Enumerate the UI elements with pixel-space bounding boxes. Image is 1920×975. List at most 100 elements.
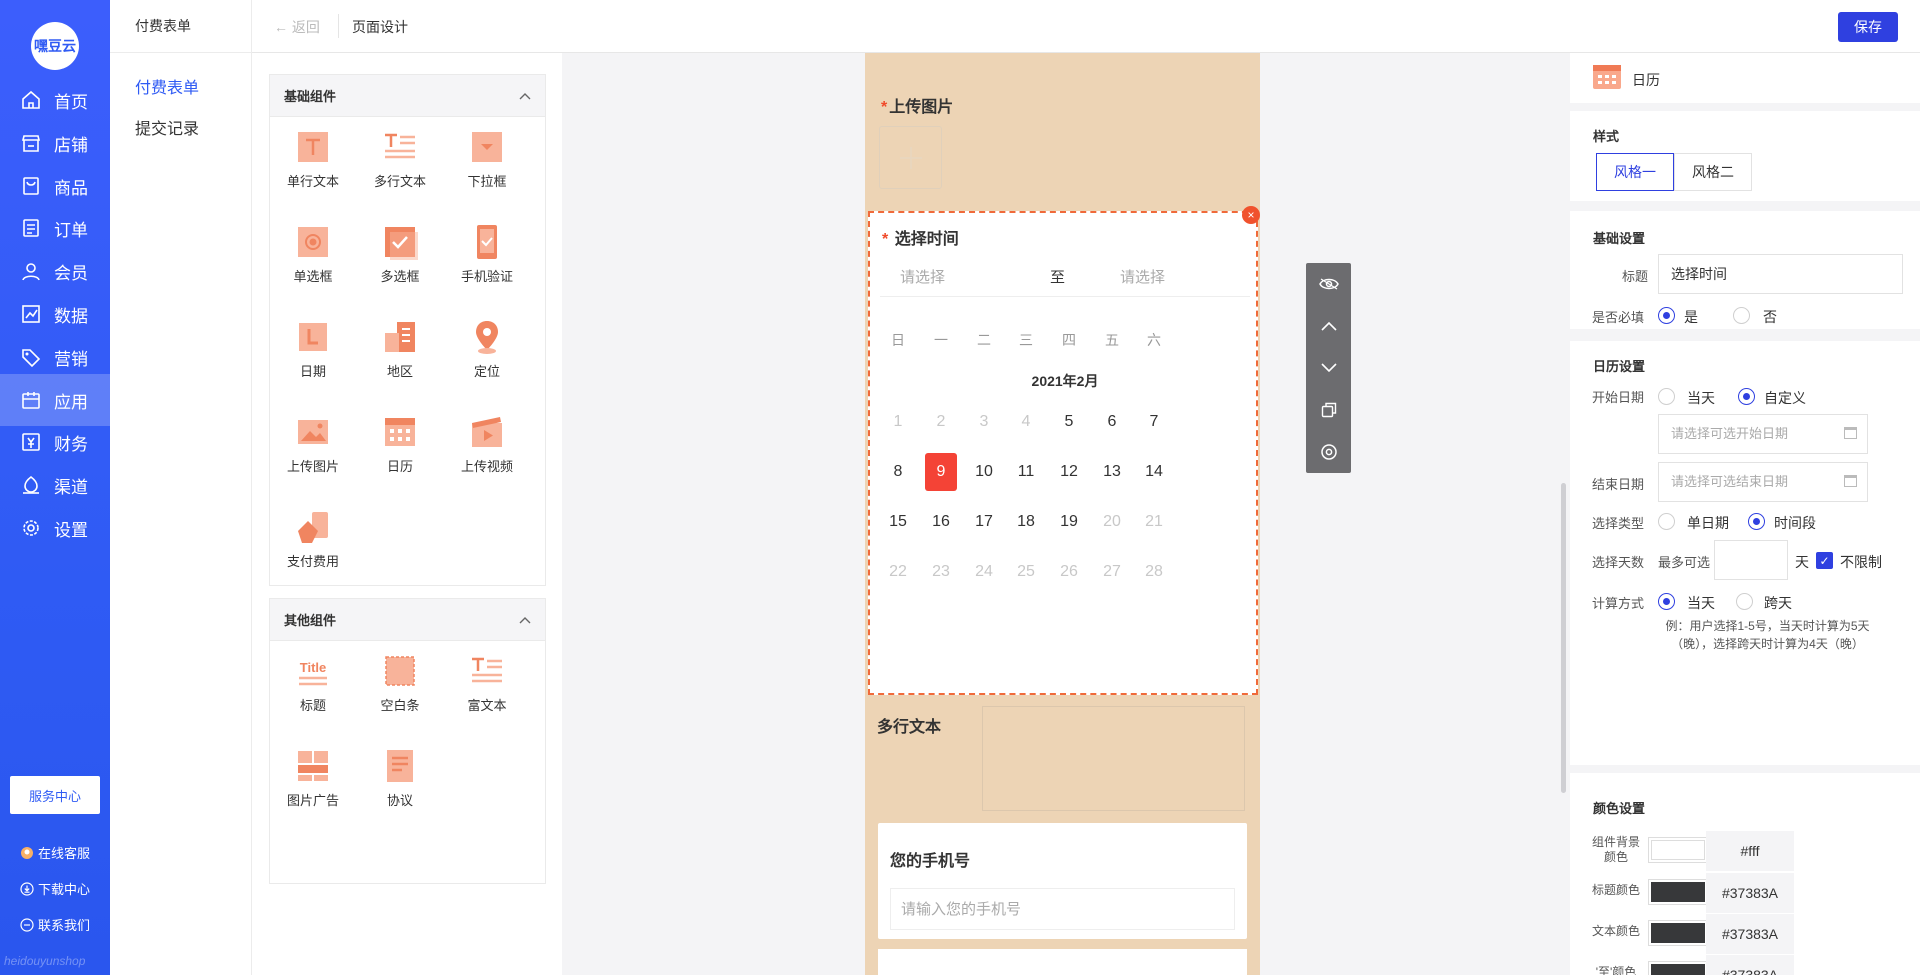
- component-tile[interactable]: 协议: [360, 736, 440, 816]
- component-tile[interactable]: 单行文本: [273, 117, 353, 197]
- color-swatch[interactable]: [1648, 961, 1708, 975]
- download-center-link[interactable]: 下载中心: [20, 879, 90, 898]
- calendar-day[interactable]: 13: [1096, 453, 1128, 491]
- online-service-icon: [20, 846, 34, 860]
- date-end-input[interactable]: 请选择: [1120, 266, 1165, 287]
- sub-sidebar-title: 付费表单: [110, 0, 251, 53]
- calendar-day[interactable]: 10: [968, 453, 1000, 491]
- calendar-day: 24: [975, 563, 993, 580]
- required-no-radio[interactable]: [1733, 307, 1750, 324]
- blank-bar-icon: [382, 653, 418, 689]
- nav-item-label: 店铺: [54, 135, 88, 155]
- color-hex-value[interactable]: #fff: [1706, 831, 1794, 871]
- other-components-title: 其他组件: [284, 613, 337, 628]
- component-tile[interactable]: 富文本: [447, 641, 527, 721]
- color-swatch[interactable]: [1648, 920, 1708, 946]
- copy-icon[interactable]: [1306, 389, 1351, 431]
- calendar-day[interactable]: 14: [1138, 453, 1170, 491]
- style-option-two[interactable]: 风格二: [1674, 153, 1752, 191]
- component-tile[interactable]: 多行文本: [360, 117, 440, 197]
- component-tile-label: 定位: [473, 364, 500, 379]
- chevron-up-icon[interactable]: [519, 612, 531, 627]
- move-down-icon[interactable]: [1306, 347, 1351, 389]
- calendar-day[interactable]: 6: [1096, 403, 1128, 441]
- component-tile[interactable]: 手机验证: [447, 212, 527, 292]
- calc-same-day-radio[interactable]: [1658, 593, 1675, 610]
- component-tile[interactable]: 上传视频: [447, 402, 527, 482]
- component-tile[interactable]: 日期: [273, 307, 353, 387]
- calendar-day[interactable]: 7: [1138, 403, 1170, 441]
- calendar-day[interactable]: 8: [882, 453, 914, 491]
- basic-components-header[interactable]: 基础组件: [270, 75, 545, 117]
- upload-image-title[interactable]: * 上传图片: [881, 93, 953, 117]
- calendar-day[interactable]: 12: [1053, 453, 1085, 491]
- save-button[interactable]: 保存: [1838, 12, 1898, 42]
- color-swatch-fill: [1651, 964, 1705, 975]
- download-icon: [20, 881, 34, 896]
- end-date-input[interactable]: 请选择可选结束日期: [1658, 462, 1868, 502]
- unlimited-checkbox[interactable]: ✓: [1816, 552, 1833, 569]
- calendar-day[interactable]: 18: [1010, 503, 1042, 541]
- upload-image-box[interactable]: [879, 126, 942, 189]
- component-tile[interactable]: 上传图片: [273, 402, 353, 482]
- start-date-input[interactable]: 请选择可选开始日期: [1658, 414, 1868, 454]
- phone-number-component[interactable]: 您的手机号 请输入您的手机号: [878, 823, 1247, 939]
- component-tile[interactable]: 图片广告: [273, 736, 353, 816]
- component-tile[interactable]: 空白条: [360, 641, 440, 721]
- color-hex-value[interactable]: #37383A: [1706, 955, 1794, 975]
- start-today-radio[interactable]: [1658, 388, 1675, 405]
- component-tile[interactable]: 支付费用: [273, 497, 353, 577]
- move-up-icon[interactable]: [1306, 305, 1351, 347]
- calendar-day[interactable]: 5: [1053, 403, 1085, 441]
- settings-scrollbar[interactable]: [1560, 53, 1567, 975]
- service-center-button[interactable]: 服务中心: [10, 776, 100, 814]
- next-component-card[interactable]: [878, 949, 1247, 975]
- remove-component-icon[interactable]: ×: [1242, 206, 1260, 224]
- calendar-day[interactable]: 15: [882, 503, 914, 541]
- contact-us-link[interactable]: 联系我们: [20, 915, 90, 934]
- back-link[interactable]: ← 返回: [274, 17, 320, 37]
- sub-item-submissions[interactable]: 提交记录: [135, 115, 199, 139]
- title-input[interactable]: 选择时间: [1658, 254, 1903, 294]
- eye-icon[interactable]: [1306, 263, 1351, 305]
- calendar-day: 22: [889, 563, 907, 580]
- scrollbar-thumb[interactable]: [1561, 483, 1566, 793]
- days-input[interactable]: [1714, 540, 1788, 580]
- component-tile[interactable]: Title 标题: [273, 641, 353, 721]
- calendar-day[interactable]: 16: [925, 503, 957, 541]
- color-hex-value[interactable]: #37383A: [1706, 914, 1794, 954]
- component-tile[interactable]: 定位: [447, 307, 527, 387]
- date-picker-component[interactable]: * 选择时间 请选择 至 请选择 日一二三四五六 2021年2月 1234567…: [868, 211, 1258, 695]
- calc-cross-day-radio[interactable]: [1736, 593, 1753, 610]
- other-components-header[interactable]: 其他组件: [270, 599, 545, 641]
- component-tile[interactable]: 单选框: [273, 212, 353, 292]
- multiline-text-area[interactable]: [982, 706, 1245, 811]
- settings-icon[interactable]: [1306, 431, 1351, 473]
- style-option-one[interactable]: 风格一: [1596, 153, 1674, 191]
- phone-number-input[interactable]: 请输入您的手机号: [890, 888, 1235, 930]
- sub-item-paid-form[interactable]: 付费表单: [135, 74, 199, 98]
- type-single-radio[interactable]: [1658, 513, 1675, 530]
- chevron-up-icon[interactable]: [519, 88, 531, 103]
- calendar-day-selected[interactable]: 9: [925, 453, 957, 491]
- color-swatch[interactable]: [1648, 837, 1708, 863]
- color-hex-value[interactable]: #37383A: [1706, 873, 1794, 913]
- date-start-input[interactable]: 请选择: [900, 266, 945, 287]
- required-yes-radio[interactable]: [1658, 307, 1675, 324]
- type-range-label: 时间段: [1774, 515, 1816, 531]
- component-tile[interactable]: 多选框: [360, 212, 440, 292]
- component-tile[interactable]: 日历: [360, 402, 440, 482]
- nav-item-gear[interactable]: 设置: [0, 502, 110, 554]
- online-service-link[interactable]: 在线客服: [20, 843, 90, 862]
- calendar-day[interactable]: 19: [1053, 503, 1085, 541]
- app-icon: [20, 389, 42, 411]
- start-custom-radio[interactable]: [1738, 388, 1755, 405]
- type-range-radio[interactable]: [1748, 513, 1765, 530]
- brand-logo[interactable]: 嘿豆云: [31, 22, 79, 70]
- component-tile[interactable]: 地区: [360, 307, 440, 387]
- calendar-day[interactable]: 17: [968, 503, 1000, 541]
- component-tile[interactable]: 下拉框: [447, 117, 527, 197]
- calendar-day[interactable]: 11: [1010, 453, 1042, 491]
- channel-icon: [20, 474, 42, 496]
- color-swatch[interactable]: [1648, 879, 1708, 905]
